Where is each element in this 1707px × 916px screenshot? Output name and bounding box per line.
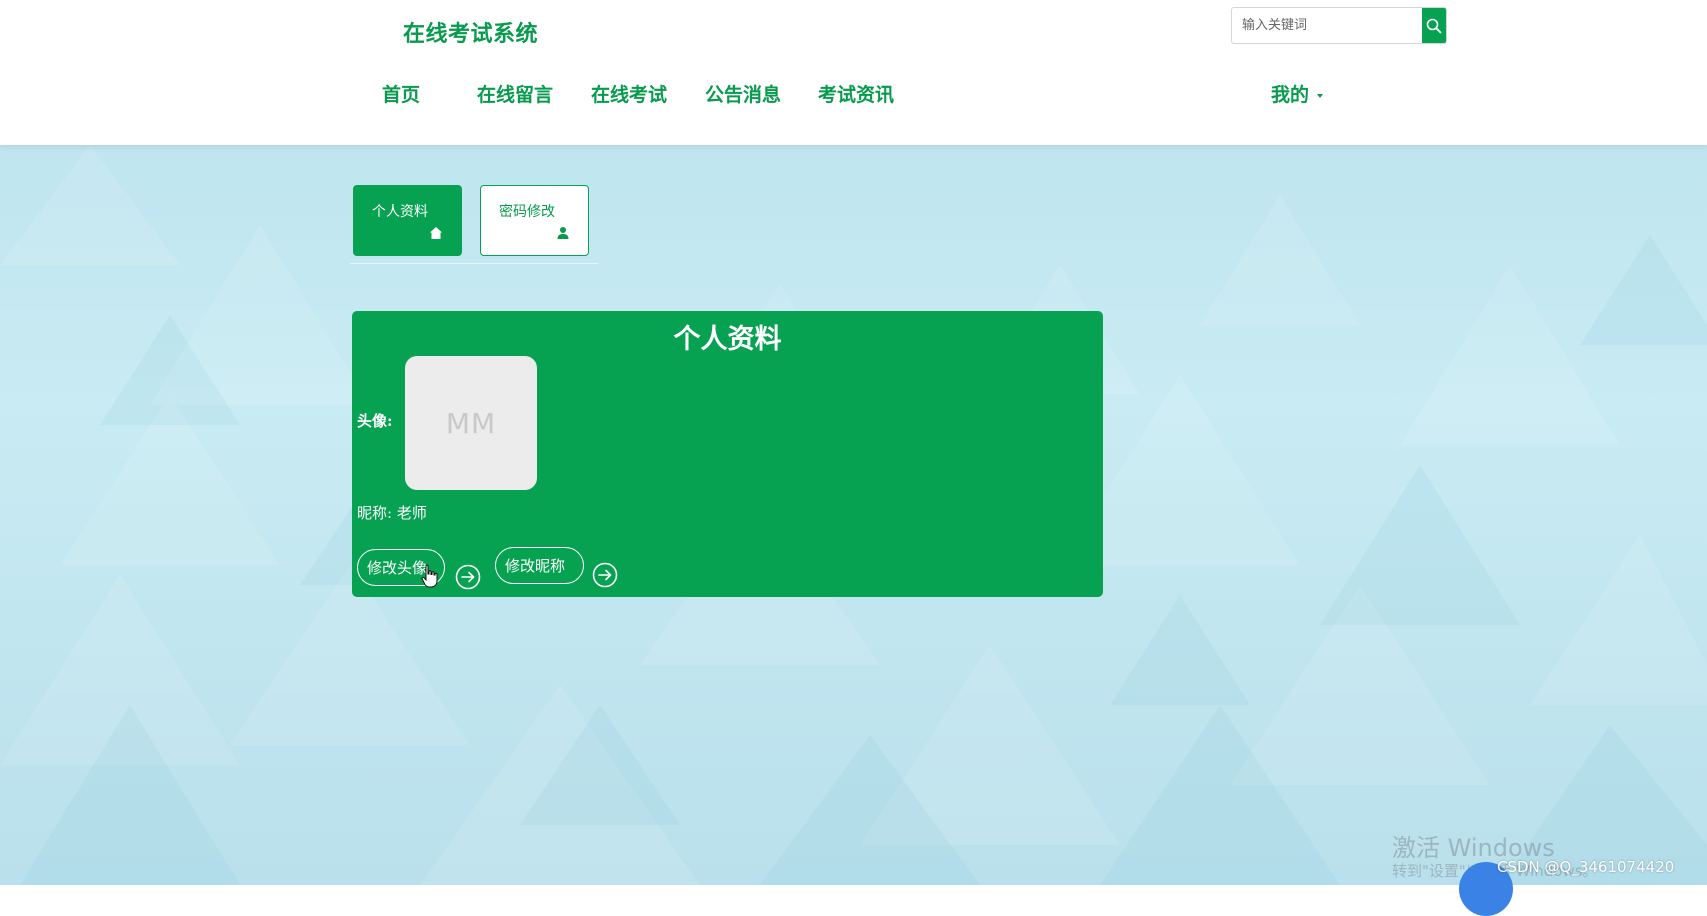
search-button[interactable]	[1422, 8, 1446, 43]
change-avatar-label: 修改头像	[367, 559, 428, 577]
nav-home[interactable]: 首页	[382, 80, 420, 107]
tab-profile[interactable]: 个人资料	[353, 185, 462, 256]
csdn-watermark: CSDN @Q_3461074420	[1497, 858, 1675, 876]
avatar-placeholder-text: MM	[445, 406, 497, 440]
nav-notice[interactable]: 公告消息	[705, 80, 781, 107]
nav-mine-dropdown[interactable]: 我的	[1271, 80, 1324, 107]
tab-profile-label: 个人资料	[372, 204, 428, 220]
arrow-right-circle-icon[interactable]	[455, 564, 481, 590]
avatar: MM	[405, 356, 537, 490]
search-input[interactable]	[1232, 8, 1422, 43]
site-brand[interactable]: 在线考试系统	[403, 16, 538, 48]
nickname-text: 昵称: 老师	[357, 504, 427, 522]
home-icon	[430, 227, 442, 239]
tab-password[interactable]: 密码修改	[480, 185, 589, 256]
profile-panel: 个人资料 头像: MM 昵称: 老师 修改头像 修改昵称	[352, 311, 1103, 597]
nav-exam[interactable]: 在线考试	[591, 80, 667, 107]
user-icon	[557, 227, 569, 239]
panel-title: 个人资料	[673, 324, 782, 355]
arrow-right-circle-icon[interactable]	[592, 562, 618, 588]
hand-pointer-icon	[421, 564, 438, 588]
main-nav: 首页 在线留言 在线考试 公告消息 考试资讯 我的	[0, 80, 1707, 112]
search-icon	[1426, 18, 1442, 33]
nav-mine-label: 我的	[1271, 84, 1310, 106]
nav-message[interactable]: 在线留言	[477, 80, 553, 107]
avatar-label: 头像:	[357, 412, 393, 430]
tab-password-label: 密码修改	[499, 204, 555, 220]
search-box	[1231, 7, 1447, 44]
nav-news[interactable]: 考试资讯	[818, 80, 894, 107]
caret-down-icon	[1317, 93, 1324, 98]
change-nickname-button[interactable]: 修改昵称	[495, 547, 584, 584]
tab-divider	[350, 263, 598, 264]
change-nickname-label: 修改昵称	[505, 557, 566, 575]
site-header: 在线考试系统 首页 在线留言 在线考试 公告消息 考试资讯 我的	[0, 0, 1707, 145]
